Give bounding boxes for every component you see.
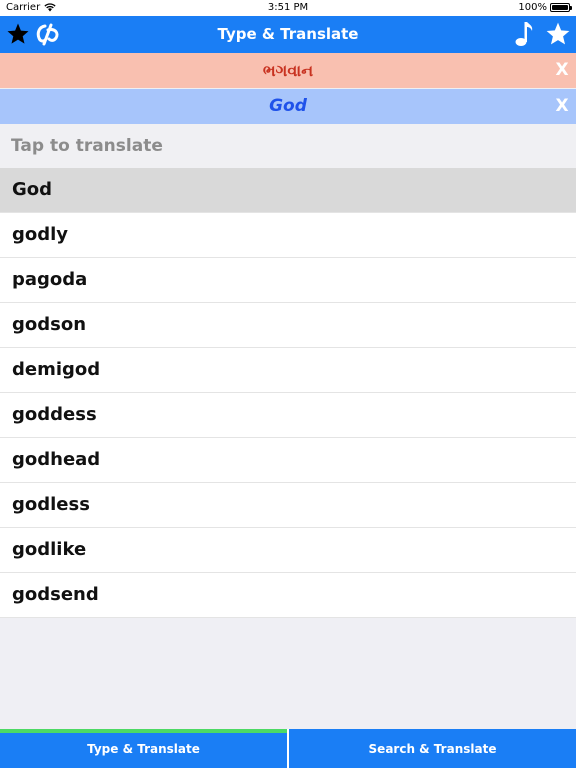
tab-bar: Type & Translate Search & Translate <box>0 729 576 768</box>
page-title: Type & Translate <box>217 25 359 43</box>
list-item[interactable]: pagoda <box>0 258 576 303</box>
music-note-icon <box>515 22 533 46</box>
list-item[interactable]: godsend <box>0 573 576 618</box>
star-icon <box>546 22 570 45</box>
list-item[interactable]: demigod <box>0 348 576 393</box>
list-item[interactable]: goddess <box>0 393 576 438</box>
list-item[interactable]: godhead <box>0 438 576 483</box>
nav-bar: Type & Translate <box>0 16 576 53</box>
list-item[interactable]: godless <box>0 483 576 528</box>
tab-search-translate[interactable]: Search & Translate <box>287 729 576 768</box>
translate-input[interactable] <box>0 124 576 168</box>
battery-percent: 100% <box>518 2 547 13</box>
clear-source-button[interactable]: X <box>553 53 571 88</box>
clear-target-button[interactable]: X <box>553 89 571 124</box>
target-translation-bar[interactable]: God X <box>0 89 576 124</box>
speak-button[interactable] <box>511 21 537 47</box>
add-favorite-button[interactable] <box>545 21 571 47</box>
list-item[interactable]: godly <box>0 213 576 258</box>
list-item[interactable]: God <box>0 168 576 213</box>
battery-indicator: 100% <box>518 2 572 13</box>
source-text: ભગવાન <box>262 61 314 80</box>
status-bar: Carrier 3:51 PM 100% <box>0 0 576 16</box>
source-translation-bar[interactable]: ભગવાન X <box>0 53 576 88</box>
clock: 3:51 PM <box>267 2 309 13</box>
list-item[interactable]: godlike <box>0 528 576 573</box>
list-item[interactable]: godson <box>0 303 576 348</box>
target-text: God <box>269 96 307 116</box>
tab-type-translate[interactable]: Type & Translate <box>0 729 287 768</box>
suggestion-list: God godly pagoda godson demigod goddess … <box>0 168 576 618</box>
battery-icon <box>550 3 572 12</box>
